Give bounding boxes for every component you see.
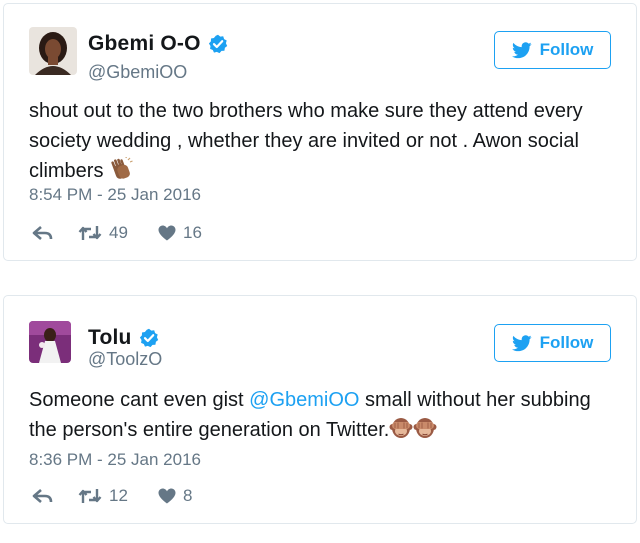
- tweet-actions: 12 8: [32, 486, 192, 506]
- follow-button[interactable]: Follow: [494, 31, 611, 69]
- heart-icon: [158, 488, 176, 504]
- tweet-text: shout out to the two brothers who make s…: [29, 96, 619, 186]
- handle[interactable]: @GbemiOO: [88, 62, 187, 83]
- retweet-count: 49: [109, 223, 128, 242]
- retweet-icon: [78, 487, 102, 505]
- twitter-bird-icon: [511, 41, 532, 59]
- like-count: 8: [183, 486, 193, 505]
- avatar[interactable]: [29, 27, 77, 75]
- mention-link[interactable]: @GbemiOO: [249, 389, 359, 411]
- handle[interactable]: @ToolzO: [88, 349, 162, 370]
- display-name[interactable]: Gbemi O-O: [88, 32, 201, 56]
- retweet-count: 12: [109, 486, 128, 505]
- timestamp[interactable]: 8:36 PM - 25 Jan 2016: [29, 450, 201, 470]
- verified-icon: [139, 328, 159, 348]
- retweet-button[interactable]: 12: [78, 486, 158, 506]
- heart-icon: [158, 225, 176, 241]
- like-button[interactable]: 16: [158, 223, 202, 243]
- tweet-text-body: Someone cant even gist: [29, 389, 250, 411]
- follow-label: Follow: [539, 40, 594, 59]
- twitter-bird-icon: [511, 334, 532, 352]
- like-count: 16: [183, 223, 202, 242]
- like-button[interactable]: 8: [158, 486, 192, 506]
- follow-label: Follow: [539, 333, 594, 352]
- tweet-card: Gbemi O-O @GbemiOO Follow shout out to t…: [3, 3, 637, 261]
- see-no-evil-monkey-emoji: [413, 416, 437, 440]
- retweet-button[interactable]: 49: [78, 223, 158, 243]
- tweet-card: Tolu @ToolzO Follow Someone cant even gi…: [3, 295, 637, 524]
- reply-icon: [32, 488, 54, 504]
- retweet-icon: [78, 224, 102, 242]
- avatar[interactable]: [29, 321, 71, 363]
- reply-button[interactable]: [32, 225, 78, 241]
- reply-icon: [32, 225, 54, 241]
- reply-button[interactable]: [32, 488, 78, 504]
- see-no-evil-monkey-emoji: [389, 416, 413, 440]
- display-name[interactable]: Tolu: [88, 326, 132, 350]
- follow-button[interactable]: Follow: [494, 324, 611, 362]
- verified-icon: [208, 34, 228, 54]
- tweet-text: Someone cant even gist @GbemiOO small wi…: [29, 385, 619, 445]
- clapping-hands-emoji: [109, 155, 133, 181]
- timestamp[interactable]: 8:54 PM - 25 Jan 2016: [29, 185, 201, 205]
- tweet-actions: 49 16: [32, 223, 202, 243]
